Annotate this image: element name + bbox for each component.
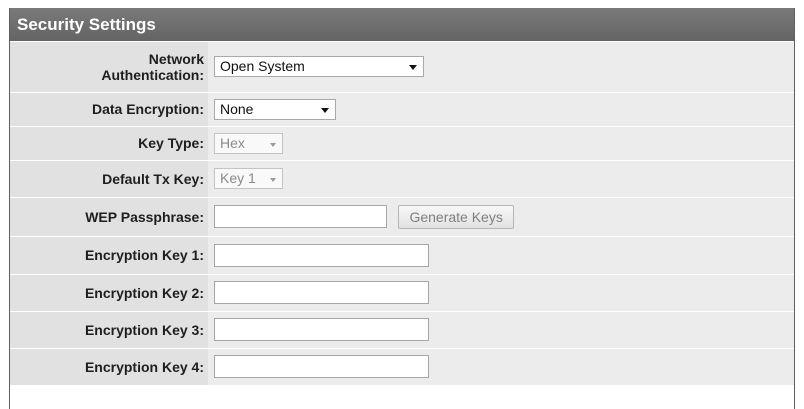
encryption-key-1-input[interactable] — [214, 243, 429, 267]
encryption-key-4-cell — [208, 348, 794, 386]
default-tx-key-value: Key 1 — [220, 170, 256, 186]
data-encryption-value: None — [220, 100, 254, 117]
encryption-key-1-row: Encryption Key 1: — [10, 236, 794, 275]
encryption-key-2-input[interactable] — [214, 281, 429, 304]
key-type-value: Hex — [220, 134, 245, 151]
security-settings-panel: Security Settings Network Authentication… — [9, 8, 795, 409]
default-tx-key-select[interactable]: Key 1 — [214, 168, 283, 189]
encryption-key-3-input[interactable] — [214, 318, 429, 341]
data-encryption-cell: None — [208, 92, 794, 127]
encryption-key-3-cell — [208, 311, 794, 349]
data-encryption-select[interactable]: None — [214, 98, 336, 120]
encryption-key-4-row: Encryption Key 4: — [10, 348, 794, 386]
encryption-key-3-label: Encryption Key 3: — [10, 311, 208, 349]
key-type-row: Key Type: Hex — [10, 126, 794, 161]
network-authentication-value: Open System — [220, 58, 305, 75]
settings-table: Network Authentication: Open System Data… — [10, 42, 794, 386]
wep-passphrase-cell: Generate Keys — [208, 197, 794, 237]
default-tx-key-cell: Key 1 — [208, 160, 794, 198]
generate-keys-button[interactable]: Generate Keys — [398, 204, 514, 229]
default-tx-key-row: Default Tx Key: Key 1 — [10, 160, 794, 198]
chevron-down-icon — [270, 178, 276, 182]
key-type-select[interactable]: Hex — [214, 132, 283, 154]
network-authentication-label-line2: Authentication: — [101, 66, 204, 83]
wep-passphrase-row: WEP Passphrase: Generate Keys — [10, 197, 794, 237]
network-authentication-label: Network Authentication: — [10, 42, 208, 93]
network-authentication-cell: Open System — [208, 42, 794, 93]
encryption-key-4-input[interactable] — [214, 355, 429, 378]
chevron-down-icon — [409, 65, 417, 71]
data-encryption-label: Data Encryption: — [10, 92, 208, 127]
chevron-down-icon — [270, 142, 276, 147]
section-title: Security Settings — [10, 8, 794, 42]
network-authentication-select[interactable]: Open System — [214, 56, 424, 78]
data-encryption-row: Data Encryption: None — [10, 92, 794, 127]
encryption-key-2-row: Encryption Key 2: — [10, 274, 794, 312]
key-type-label: Key Type: — [10, 126, 208, 161]
network-authentication-row: Network Authentication: Open System — [10, 42, 794, 93]
encryption-key-3-row: Encryption Key 3: — [10, 311, 794, 349]
encryption-key-2-label: Encryption Key 2: — [10, 274, 208, 312]
encryption-key-2-cell — [208, 274, 794, 312]
chevron-down-icon — [321, 107, 329, 113]
default-tx-key-label: Default Tx Key: — [10, 160, 208, 198]
key-type-cell: Hex — [208, 126, 794, 161]
wep-passphrase-label: WEP Passphrase: — [10, 197, 208, 237]
encryption-key-4-label: Encryption Key 4: — [10, 348, 208, 386]
encryption-key-1-cell — [208, 236, 794, 275]
encryption-key-1-label: Encryption Key 1: — [10, 236, 208, 275]
wep-passphrase-input[interactable] — [214, 205, 387, 228]
network-authentication-label-line1: Network — [148, 50, 204, 67]
